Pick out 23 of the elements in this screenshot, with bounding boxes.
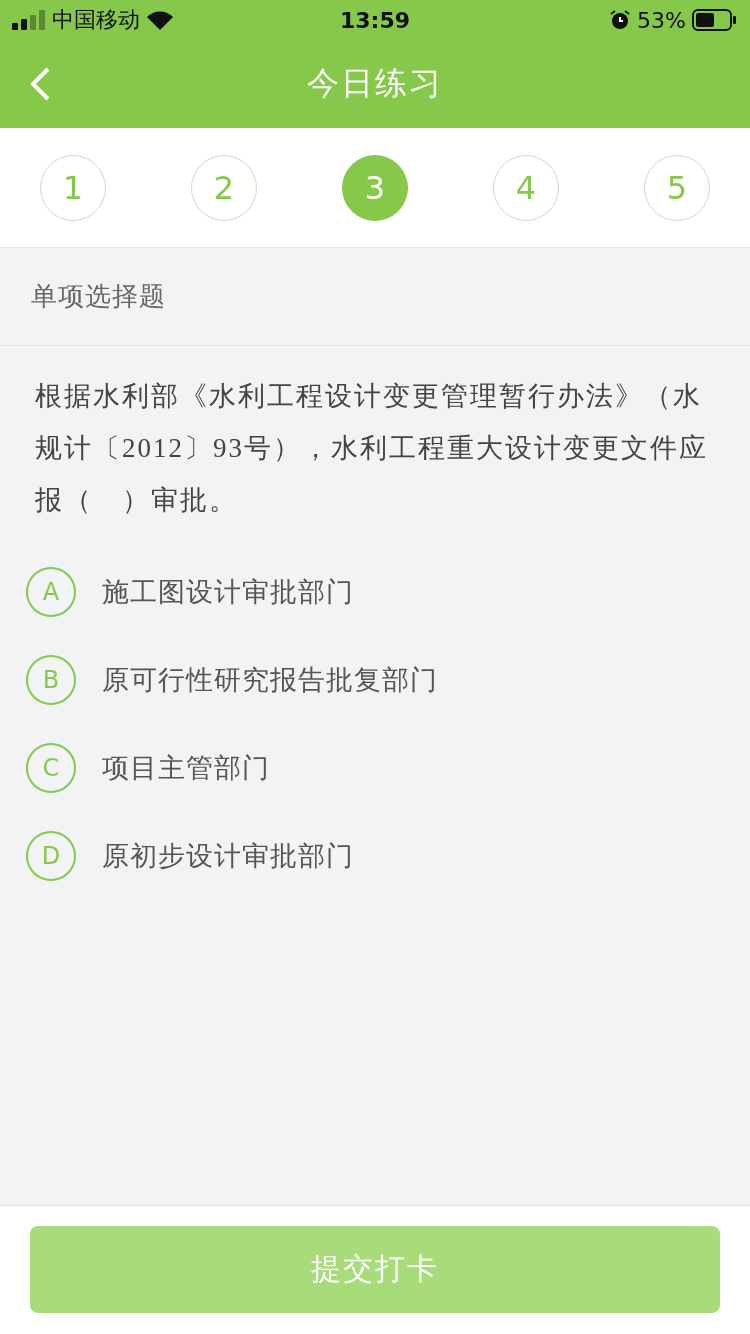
option-text[interactable]: 施工图设计审批部门 xyxy=(102,574,354,610)
option-letter[interactable]: B xyxy=(26,655,76,705)
alarm-icon xyxy=(609,9,632,31)
clock-time: 13:59 xyxy=(340,7,410,33)
option-text[interactable]: 项目主管部门 xyxy=(102,750,270,786)
question-number-tab[interactable]: 2 xyxy=(191,155,257,221)
signal-icon xyxy=(12,10,46,30)
carrier-name: 中国移动 xyxy=(52,6,140,34)
page-title: 今日练习 xyxy=(307,63,443,104)
option-text[interactable]: 原初步设计审批部门 xyxy=(102,838,354,874)
option-letter[interactable]: D xyxy=(26,831,76,881)
battery-icon xyxy=(692,9,738,31)
question-number-tab[interactable]: 1 xyxy=(40,155,106,221)
option-letter[interactable]: A xyxy=(26,567,76,617)
question-number-tab[interactable]: 3 xyxy=(342,155,408,221)
battery-percent: 53% xyxy=(637,7,686,33)
question-type-label: 单项选择题 xyxy=(31,280,166,313)
wifi-icon xyxy=(146,10,174,30)
question-text: 根据水利部《水利工程设计变更管理暂行办法》（水规计〔2012〕93号），水利工程重大设计变更文件应报（ ）审批。 xyxy=(34,380,709,517)
question-number-tab[interactable]: 5 xyxy=(644,155,710,221)
option-letter[interactable]: C xyxy=(26,743,76,793)
question-number-tab[interactable]: 4 xyxy=(493,155,559,221)
option-text[interactable]: 原可行性研究报告批复部门 xyxy=(102,662,438,698)
